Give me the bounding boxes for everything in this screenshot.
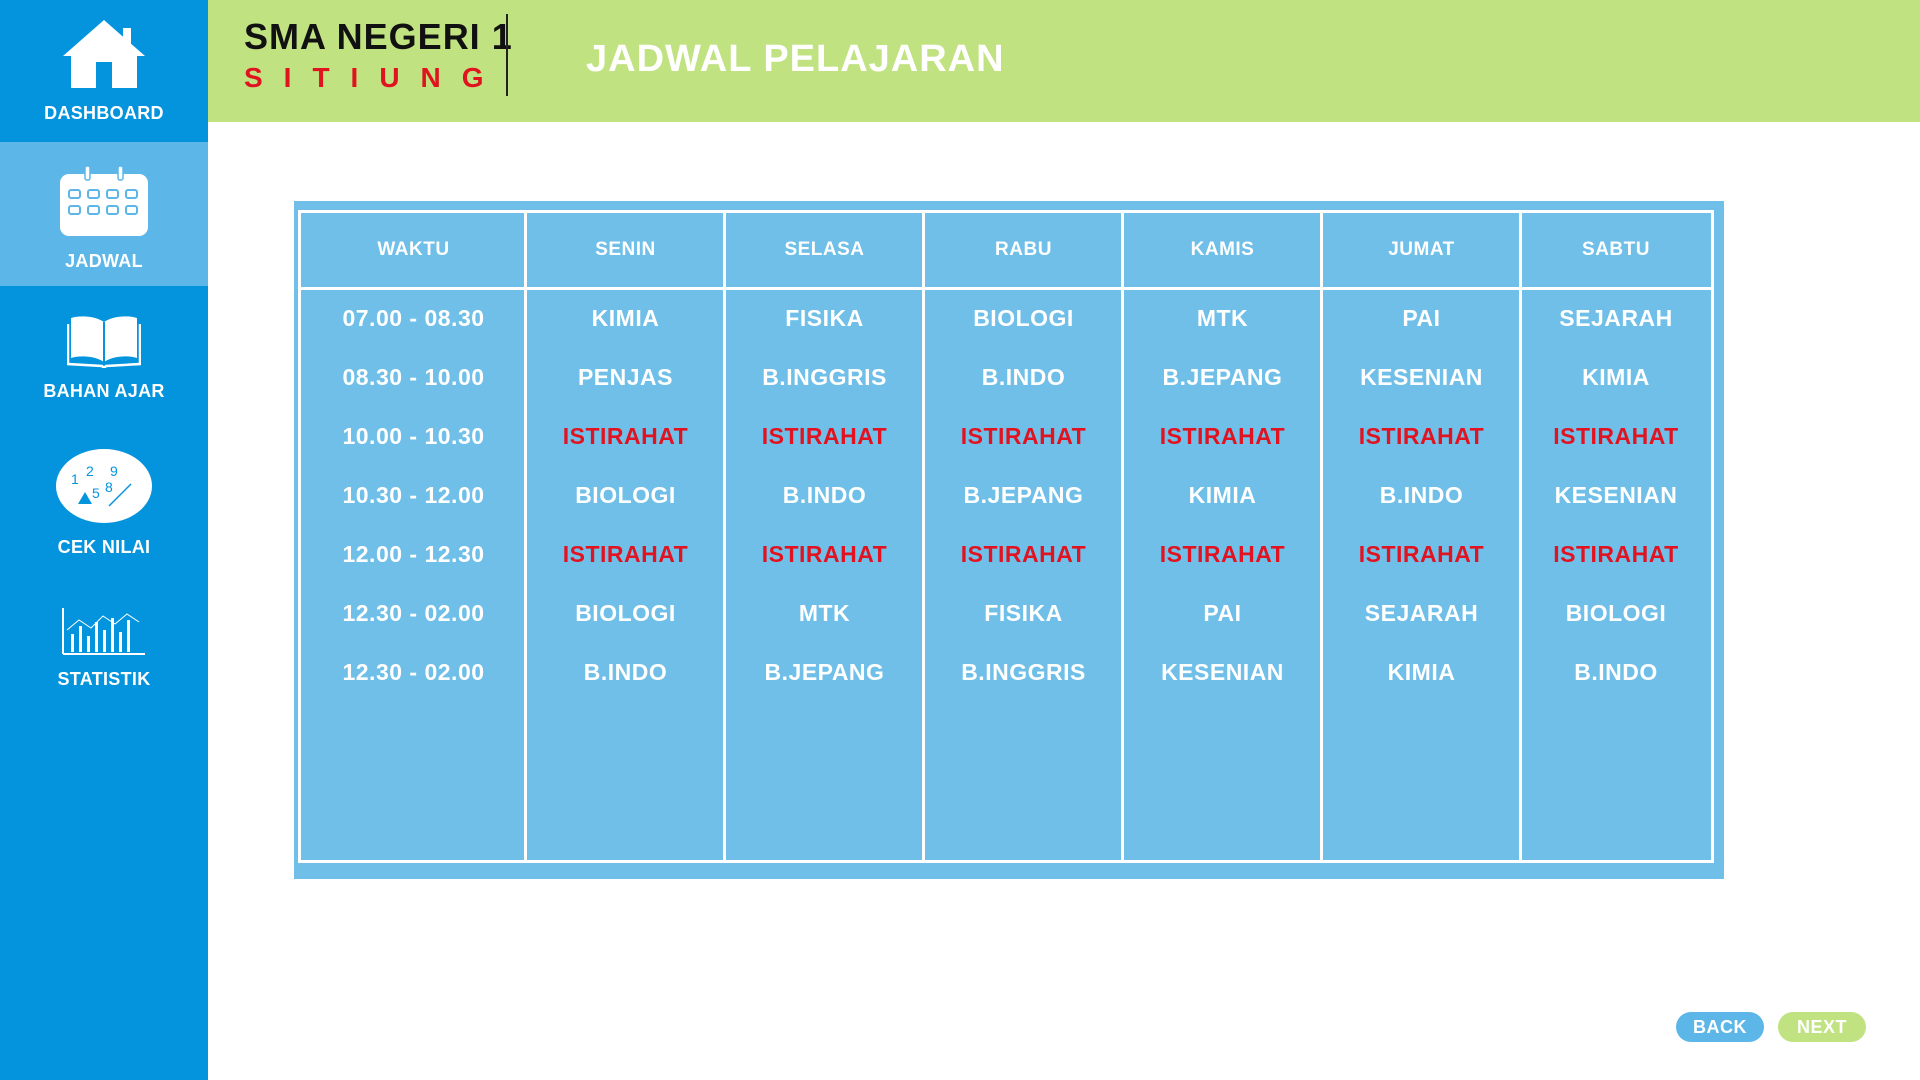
- break-cell: ISTIRAHAT: [1159, 540, 1286, 567]
- column-header: SABTU: [1582, 239, 1650, 260]
- subject-cell: KIMIA: [1387, 658, 1456, 685]
- subject-cell: B.INGGRIS: [762, 363, 887, 390]
- schedule-grid: WAKTU 07.00 - 08.30 08.30 - 10.00 10.00 - 1…: [298, 210, 1714, 863]
- break-cell: ISTIRAHAT: [1553, 422, 1679, 449]
- time-cell: 12.30 - 02.00: [342, 658, 485, 685]
- sidebar-item-label: JADWAL: [65, 251, 143, 271]
- break-cell: ISTIRAHAT: [1358, 422, 1485, 449]
- sidebar-item-cek-nilai[interactable]: 1 2 9 5 8 CEK NILAI: [0, 440, 208, 560]
- subject-cell: B.INDO: [583, 658, 668, 685]
- school-name: SMA NEGERI 1: [244, 16, 513, 57]
- column-header: SELASA: [784, 239, 865, 260]
- home-icon: [61, 18, 147, 95]
- column-sabtu: SABTU SEJARAH KIMIA ISTIRAHAT KESENIAN ISTIRA…: [1521, 213, 1711, 860]
- header: SMA NEGERI 1 SITIUNG JADWAL PELAJARAN: [208, 0, 1920, 122]
- book-icon: [66, 312, 142, 373]
- subject-cell: B.JEPANG: [963, 481, 1084, 508]
- sidebar-item-jadwal[interactable]: JADWAL: [0, 142, 208, 286]
- subject-cell: BIOLOGI: [575, 481, 676, 508]
- column-header: JUMAT: [1388, 239, 1455, 260]
- subject-cell: PENJAS: [577, 363, 674, 390]
- school-city: SITIUNG: [244, 62, 505, 93]
- column-header: KAMIS: [1190, 239, 1255, 260]
- subject-cell: B.INGGRIS: [961, 658, 1086, 685]
- column-jumat: JUMAT PAI KESENIAN ISTIRAHAT B.INDO ISTIRAHAT…: [1322, 213, 1521, 860]
- break-cell: ISTIRAHAT: [562, 422, 689, 449]
- time-cell: 12.00 - 12.30: [342, 540, 485, 567]
- subject-cell: KIMIA: [1188, 481, 1257, 508]
- subject-cell: B.JEPANG: [1162, 363, 1283, 390]
- header-divider: [506, 14, 508, 96]
- subject-cell: BIOLOGI: [1565, 599, 1667, 626]
- back-button[interactable]: BACK: [1676, 1012, 1764, 1042]
- column-header: SENIN: [595, 239, 656, 260]
- svg-text:8: 8: [105, 479, 113, 495]
- column-header: WAKTU: [377, 239, 450, 260]
- subject-cell: BIOLOGI: [575, 599, 676, 626]
- subject-cell: BIOLOGI: [973, 304, 1074, 331]
- sidebar-item-label: CEK NILAI: [57, 537, 151, 557]
- sidebar-item-label: DASHBOARD: [44, 103, 164, 123]
- subject-cell: B.INDO: [1379, 481, 1464, 508]
- subject-cell: B.INDO: [782, 481, 867, 508]
- time-cell: 08.30 - 10.00: [342, 363, 485, 390]
- column-selasa: SELASA FISIKA B.INGGRIS ISTIRAHAT B.INDO ISTI…: [725, 213, 924, 860]
- subject-cell: PAI: [1203, 599, 1242, 626]
- column-header: RABU: [995, 239, 1052, 260]
- subject-cell: KIMIA: [1582, 363, 1650, 390]
- column-kamis: KAMIS MTK B.JEPANG ISTIRAHAT KIMIA ISTIRAHAT P…: [1123, 213, 1322, 860]
- break-cell: ISTIRAHAT: [761, 422, 888, 449]
- schedule-table: WAKTU 07.00 - 08.30 08.30 - 10.00 10.00 - 1…: [294, 201, 1724, 879]
- subject-cell: B.INDO: [981, 363, 1066, 390]
- time-cell: 10.30 - 12.00: [342, 481, 485, 508]
- break-cell: ISTIRAHAT: [1159, 422, 1286, 449]
- subject-cell: PAI: [1402, 304, 1441, 331]
- break-cell: ISTIRAHAT: [761, 540, 888, 567]
- sidebar-item-label: STATISTIK: [57, 669, 151, 689]
- svg-text:2: 2: [86, 463, 94, 479]
- subject-cell: MTK: [798, 599, 851, 626]
- break-cell: ISTIRAHAT: [960, 540, 1087, 567]
- subject-cell: KESENIAN: [1360, 363, 1483, 390]
- time-cell: 10.00 - 10.30: [342, 422, 485, 449]
- svg-text:1: 1: [71, 471, 79, 487]
- subject-cell: SEJARAH: [1364, 599, 1479, 626]
- sidebar-item-statistik[interactable]: STATISTIK: [0, 596, 208, 696]
- svg-text:9: 9: [110, 463, 118, 479]
- sidebar: DASHBOARD JADWAL BAHAN AJAR 1 2 9 5 8 CE…: [0, 0, 208, 1080]
- break-cell: ISTIRAHAT: [1553, 540, 1679, 567]
- time-cell: 12.30 - 02.00: [342, 599, 485, 626]
- subject-cell: MTK: [1196, 304, 1249, 331]
- time-cell: 07.00 - 08.30: [342, 304, 485, 331]
- subject-cell: KIMIA: [591, 304, 660, 331]
- column-waktu: WAKTU 07.00 - 08.30 08.30 - 10.00 10.00 - 1…: [301, 213, 526, 860]
- next-button[interactable]: NEXT: [1778, 1012, 1866, 1042]
- subject-cell: SEJARAH: [1559, 304, 1673, 331]
- bar-chart-icon: [61, 606, 147, 661]
- column-senin: SENIN KIMIA PENJAS ISTIRAHAT BIOLOGI ISTIRAHA…: [526, 213, 725, 860]
- subject-cell: B.JEPANG: [764, 658, 885, 685]
- numbers-icon: 1 2 9 5 8: [55, 448, 153, 529]
- svg-text:5: 5: [92, 485, 100, 501]
- calendar-icon: [59, 165, 149, 243]
- subject-cell: KESENIAN: [1554, 481, 1678, 508]
- sidebar-item-label: BAHAN AJAR: [43, 381, 165, 401]
- break-cell: ISTIRAHAT: [960, 422, 1087, 449]
- page-title: JADWAL PELAJARAN: [586, 38, 1005, 80]
- subject-cell: KESENIAN: [1161, 658, 1284, 685]
- subject-cell: FISIKA: [785, 304, 864, 331]
- subject-cell: FISIKA: [984, 599, 1063, 626]
- column-rabu: RABU BIOLOGI B.INDO ISTIRAHAT B.JEPANG ISTIRA…: [924, 213, 1123, 860]
- subject-cell: B.INDO: [1574, 658, 1658, 685]
- sidebar-item-bahan-ajar[interactable]: BAHAN AJAR: [0, 300, 208, 420]
- break-cell: ISTIRAHAT: [1358, 540, 1485, 567]
- sidebar-item-dashboard[interactable]: DASHBOARD: [0, 0, 208, 142]
- break-cell: ISTIRAHAT: [562, 540, 689, 567]
